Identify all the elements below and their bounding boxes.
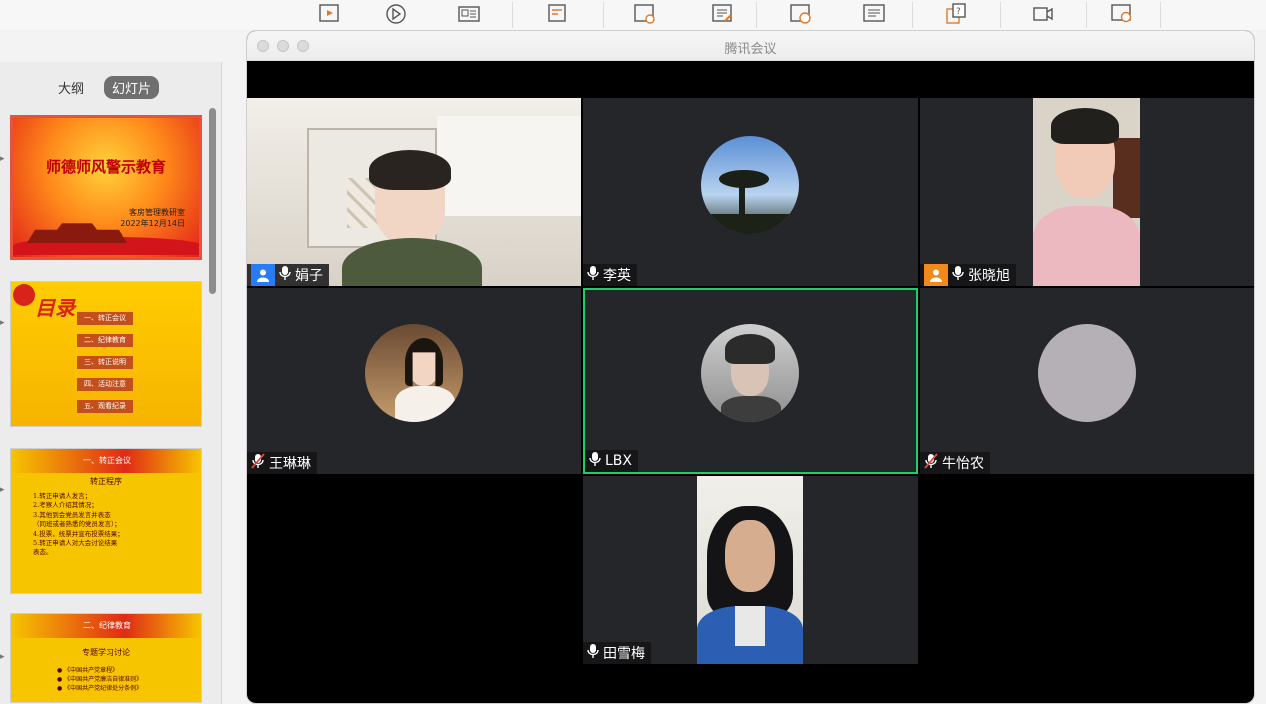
help-slide-icon[interactable]: ? (942, 1, 970, 27)
slide-body: 1.转正申请人发言； 2.考察人介绍其情况； 3.其他到会党员发言并表态 （同班… (33, 492, 124, 557)
play-from-start-icon[interactable] (316, 1, 344, 27)
slide-thumbnail-1[interactable]: 师德师风警示教育 客房管理教研室 2022年12月14日 (10, 115, 202, 260)
ppt-ribbon: ? (0, 0, 1266, 30)
slide-subheading: 专题学习讨论 (82, 648, 130, 657)
participant-name-label: 牛怡农 (920, 452, 990, 474)
participant-tile-niuyinong[interactable]: 牛怡农 (920, 288, 1254, 474)
toc-item: 二、纪律教育 (77, 334, 133, 347)
slide-marker: ▸ (0, 652, 5, 662)
window-title: 腾讯会议 (724, 42, 777, 57)
play-icon[interactable] (382, 1, 410, 27)
mic-muted-icon (251, 453, 265, 473)
participant-name-label: 田雪梅 (583, 642, 651, 664)
desktop: ? 大纲 幻灯片 ▸ ▸ ▸ ▸ 师德师风警示教育 客房管理教研室 2022年1… (0, 0, 1266, 704)
participant-name-label: LBX (585, 450, 638, 472)
svg-text:?: ? (956, 7, 961, 17)
mic-icon (587, 265, 599, 285)
slide-heading: 目录 (35, 296, 75, 320)
rehearse-icon[interactable] (543, 1, 571, 27)
live-slideshow-icon[interactable] (1108, 1, 1136, 27)
slide-body: ● 《中国共产党章程》 ● 《中国共产党廉洁自律准则》 ● 《中国共产党纪律处分… (57, 667, 143, 692)
toc-item: 四、活动注意 (77, 378, 133, 391)
participant-name-label: 王琳琳 (247, 452, 317, 474)
mic-icon (952, 265, 964, 285)
participant-tile-juanzi[interactable]: 娟子 (247, 98, 581, 286)
meeting-window: 腾讯会议 娟子 李英 张晓旭 王琳琳 LBX 牛怡农 田雪梅 (246, 30, 1255, 704)
toc-item: 五、观看纪录 (77, 400, 133, 413)
mic-muted-icon (924, 453, 938, 473)
toc-item: 一、转正会议 (77, 312, 133, 325)
participant-tile-lbx[interactable]: LBX (583, 288, 918, 474)
presenter-view-icon[interactable] (455, 1, 483, 27)
view-tabs: 大纲 幻灯片 (50, 76, 160, 99)
participant-video (247, 98, 581, 286)
tab-slides[interactable]: 幻灯片 (104, 76, 160, 99)
slide-marker: ▸ (0, 318, 5, 328)
participant-avatar (701, 136, 799, 234)
slide-header-band: 二、纪律教育 (11, 614, 201, 638)
slide-header-band: 一、转正会议 (11, 449, 201, 473)
scrollbar-thumb[interactable] (209, 108, 216, 294)
participant-tile-wanglinlin[interactable]: 王琳琳 (247, 288, 581, 474)
participant-name-label: 娟子 (247, 264, 329, 286)
participant-avatar (365, 324, 463, 422)
participant-video (1033, 98, 1140, 286)
participant-tile-zhangxiaoxu[interactable]: 张晓旭 (920, 98, 1254, 286)
mic-icon (279, 265, 291, 285)
participant-avatar (701, 324, 799, 422)
notes-icon[interactable] (860, 1, 888, 27)
mic-icon (587, 643, 599, 663)
slide-subtitle: 客房管理教研室 2022年12月14日 (120, 208, 185, 228)
tiananmen-decoration (27, 223, 127, 243)
title-bar[interactable]: 腾讯会议 (247, 31, 1254, 61)
slide-thumbnail-2[interactable]: 目录 一、转正会议 二、纪律教育 三、转正说明 四、活动注意 五、观看纪录 (10, 281, 202, 427)
slide-marker: ▸ (0, 485, 5, 495)
slide-thumbnail-4[interactable]: 二、纪律教育 专题学习讨论 ● 《中国共产党章程》 ● 《中国共产党廉洁自律准则… (10, 613, 202, 703)
participant-name-label: 李英 (583, 264, 637, 286)
host-icon (251, 264, 275, 286)
participant-avatar (1038, 324, 1136, 422)
participant-tile-liying[interactable]: 李英 (583, 98, 918, 286)
camera-icon[interactable] (1029, 1, 1057, 27)
slide-title: 师德师风警示教育 (45, 158, 166, 176)
emblem-decoration (13, 284, 35, 306)
toc-item: 三、转正说明 (77, 356, 133, 369)
slide-marker: ▸ (0, 154, 5, 164)
slide-thumbnail-pane: 大纲 幻灯片 ▸ ▸ ▸ ▸ 师德师风警示教育 客房管理教研室 2022年12月… (0, 62, 222, 704)
slide-timing-icon[interactable] (787, 1, 815, 27)
mic-icon (589, 451, 601, 471)
record-narration-icon[interactable] (709, 1, 737, 27)
tab-outline[interactable]: 大纲 (50, 76, 92, 99)
participant-video (697, 476, 803, 664)
participant-tile-tianxuemei[interactable]: 田雪梅 (583, 476, 918, 664)
slide-subheading: 转正程序 (90, 477, 122, 486)
participant-name-label: 张晓旭 (920, 264, 1016, 286)
cohost-icon (924, 264, 948, 286)
slide-thumbnail-3[interactable]: 一、转正会议 转正程序 1.转正申请人发言； 2.考察人介绍其情况； 3.其他到… (10, 448, 202, 594)
slideshow-settings-icon[interactable] (631, 1, 659, 27)
